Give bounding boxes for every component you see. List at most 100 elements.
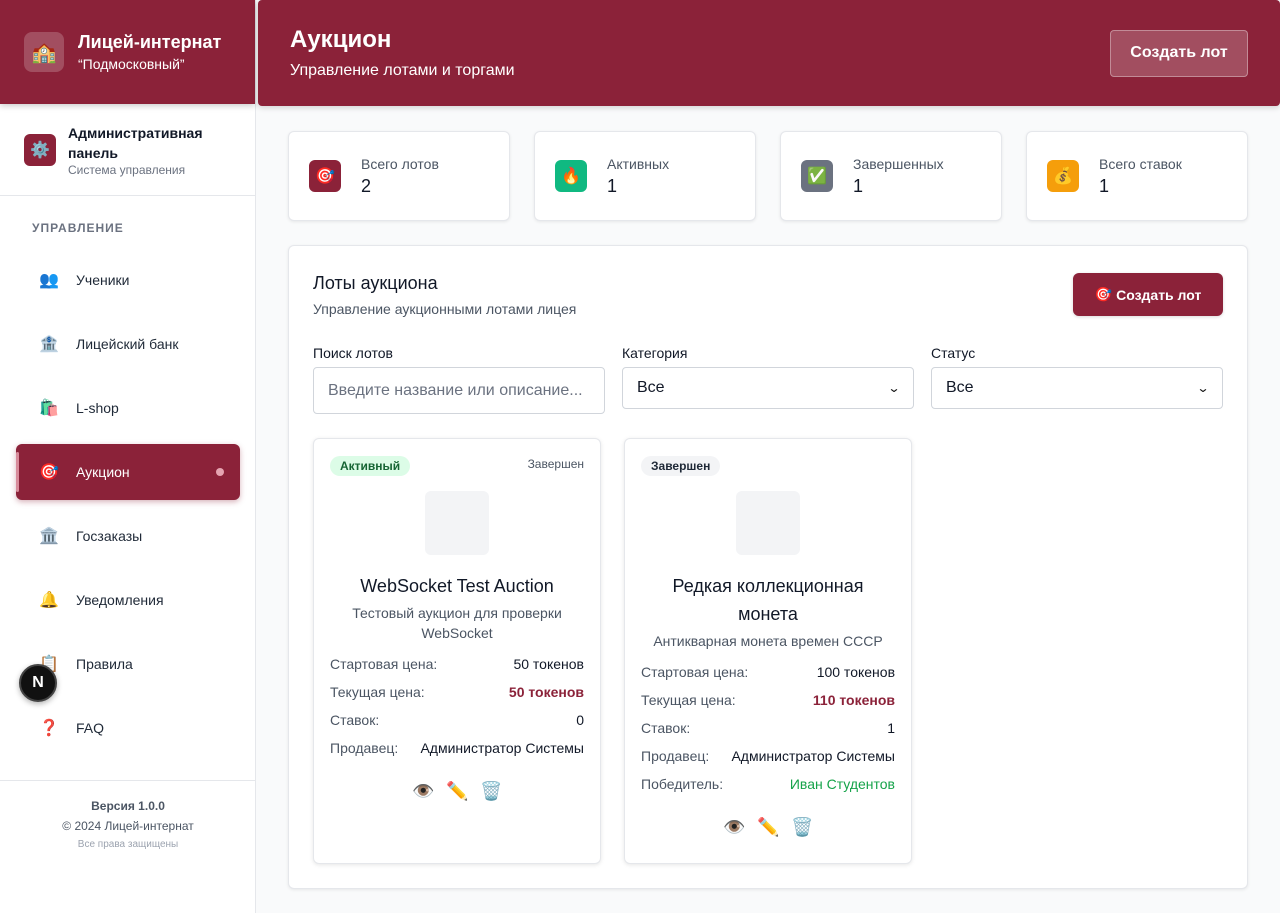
- panel-title: Лоты аукциона: [313, 273, 438, 293]
- seller-row: Продавец: Администратор Системы: [330, 740, 584, 756]
- lot-actions: 👁️ ✏️ 🗑️: [625, 817, 911, 838]
- stat-card-total-lots: 🎯 Всего лотов 2: [288, 131, 510, 221]
- seller-label: Продавец:: [641, 748, 710, 764]
- bank-icon: 🏦: [39, 336, 59, 353]
- users-icon: 👥: [39, 272, 59, 289]
- lot-title: Редкая коллекционная монета: [672, 576, 864, 624]
- bids-row: Ставок: 1: [641, 720, 895, 736]
- stat-value: 1: [1099, 175, 1110, 196]
- sidebar-item-gov-orders[interactable]: 🏛️ Госзаказы: [16, 508, 240, 564]
- stat-card-completed: ✅ Завершенных 1: [780, 131, 1002, 221]
- header-create-lot-button[interactable]: Создать лот: [1110, 29, 1248, 77]
- eye-icon[interactable]: 👁️: [412, 781, 434, 802]
- current-price-label: Текущая цена:: [641, 692, 736, 708]
- brand-header[interactable]: 🏫 Лицей-интернат “Подмосковный”: [0, 0, 255, 104]
- shopping-bags-icon: 🛍️: [39, 400, 59, 417]
- lot-card[interactable]: Активный Завершен WebSocket Test Auction…: [313, 438, 601, 864]
- admin-title: Административная панель: [68, 124, 203, 161]
- sidebar-item-lshop[interactable]: 🛍️ L-shop: [16, 380, 240, 436]
- target-icon: 🎯: [309, 160, 341, 192]
- stat-label: Всего ставок: [1099, 155, 1182, 172]
- start-price-value: 100 токенов: [816, 664, 895, 680]
- stat-label: Активных: [607, 155, 670, 172]
- search-label: Поиск лотов: [313, 345, 393, 361]
- gear-icon: ⚙️: [24, 133, 56, 166]
- trash-icon[interactable]: 🗑️: [791, 817, 813, 838]
- page-subtitle: Управление лотами и торгами: [290, 62, 515, 79]
- trash-icon[interactable]: 🗑️: [480, 781, 502, 802]
- sidebar-item-students[interactable]: 👥 Ученики: [16, 252, 240, 308]
- stat-card-active: 🔥 Активных 1: [534, 131, 756, 221]
- eye-icon[interactable]: 👁️: [723, 817, 745, 838]
- stat-value: 2: [361, 175, 372, 196]
- start-price-row: Стартовая цена: 50 токенов: [330, 656, 584, 672]
- sidebar-item-label: Правила: [76, 656, 133, 672]
- pencil-icon[interactable]: ✏️: [757, 817, 779, 838]
- sidebar-item-label: L-shop: [76, 400, 119, 416]
- admin-subtitle: Система управления: [68, 162, 186, 177]
- seller-row: Продавец: Администратор Системы: [641, 748, 895, 764]
- stats-row: 🎯 Всего лотов 2 🔥 Активных 1 ✅ Завершенн…: [288, 131, 1248, 221]
- sidebar-item-label: FAQ: [76, 720, 105, 736]
- lot-card[interactable]: Завершен Редкая коллекционная монета Ант…: [624, 438, 912, 864]
- current-price-row: Текущая цена: 110 токенов: [641, 692, 895, 708]
- create-lot-label: Создать лот: [1116, 286, 1202, 303]
- sidebar-item-auction[interactable]: 🎯 Аукцион: [16, 444, 240, 500]
- stat-value: 1: [607, 175, 618, 196]
- lot-description: Тестовый аукцион для проверки WebSocket: [352, 605, 562, 641]
- lot-image-placeholder: [736, 491, 800, 555]
- status-value: Все: [946, 379, 974, 396]
- bell-icon: 🔔: [39, 592, 59, 609]
- current-price-row: Текущая цена: 50 токенов: [330, 684, 584, 700]
- ended-tag: Завершен: [527, 457, 584, 471]
- status-label: Статус: [931, 345, 976, 361]
- category-select[interactable]: Все ⌄: [622, 367, 914, 409]
- question-mark-icon: ❓: [39, 720, 59, 737]
- classical-building-icon: 🏛️: [39, 528, 59, 545]
- lots-panel: Лоты аукциона Управление аукционными лот…: [288, 245, 1248, 889]
- status-select[interactable]: Все ⌄: [931, 367, 1223, 409]
- page-header: Аукцион Управление лотами и торгами Созд…: [258, 0, 1280, 106]
- lot-actions: 👁️ ✏️ 🗑️: [314, 781, 600, 802]
- lot-description: Антикварная монета времен СССР: [653, 633, 883, 649]
- sidebar-item-bank[interactable]: 🏦 Лицейский банк: [16, 316, 240, 372]
- brand-title: Лицей-интернат: [78, 32, 222, 52]
- current-price-value: 110 токенов: [812, 692, 895, 708]
- lot-image-placeholder: [425, 491, 489, 555]
- dev-tools-badge[interactable]: N: [19, 664, 57, 702]
- sidebar-item-label: Уведомления: [76, 592, 164, 608]
- category-value: Все: [637, 379, 665, 396]
- pencil-icon[interactable]: ✏️: [446, 781, 468, 802]
- bids-value: 1: [887, 720, 895, 736]
- search-input[interactable]: [313, 367, 605, 414]
- chevron-down-icon: ⌄: [887, 381, 901, 395]
- sidebar: 🏫 Лицей-интернат “Подмосковный” ⚙️ Админ…: [0, 0, 256, 913]
- winner-value: Иван Студентов: [789, 776, 895, 792]
- stat-label: Завершенных: [853, 155, 944, 172]
- bids-label: Ставок:: [330, 712, 380, 728]
- target-icon: 🎯: [39, 464, 59, 481]
- chevron-down-icon: ⌄: [1196, 381, 1210, 395]
- target-icon: 🎯: [1094, 286, 1113, 302]
- nav-section-label: УПРАВЛЕНИЕ: [32, 221, 124, 235]
- panel-subtitle: Управление аукционными лотами лицея: [313, 301, 577, 317]
- sidebar-footer: Версия 1.0.0 © 2024 Лицей-интернат Все п…: [0, 780, 256, 850]
- sidebar-item-faq[interactable]: ❓ FAQ: [16, 700, 240, 756]
- rights-text: Все права защищены: [77, 839, 179, 850]
- sidebar-item-notifications[interactable]: 🔔 Уведомления: [16, 572, 240, 628]
- start-price-value: 50 токенов: [513, 656, 584, 672]
- page-title: Аукцион: [290, 26, 392, 53]
- seller-label: Продавец:: [330, 740, 399, 756]
- check-mark-icon: ✅: [801, 160, 833, 192]
- create-lot-button[interactable]: 🎯 Создать лот: [1073, 273, 1223, 316]
- version-text: Версия 1.0.0: [91, 799, 165, 813]
- fire-icon: 🔥: [555, 160, 587, 192]
- sidebar-item-label: Лицейский банк: [76, 336, 179, 352]
- brand-subtitle: “Подмосковный”: [78, 56, 185, 72]
- sidebar-item-label: Ученики: [76, 272, 130, 288]
- start-price-row: Стартовая цена: 100 токенов: [641, 664, 895, 680]
- bids-label: Ставок:: [641, 720, 691, 736]
- school-icon: 🏫: [24, 32, 64, 72]
- winner-label: Победитель:: [641, 776, 724, 792]
- seller-value: Администратор Системы: [420, 740, 584, 756]
